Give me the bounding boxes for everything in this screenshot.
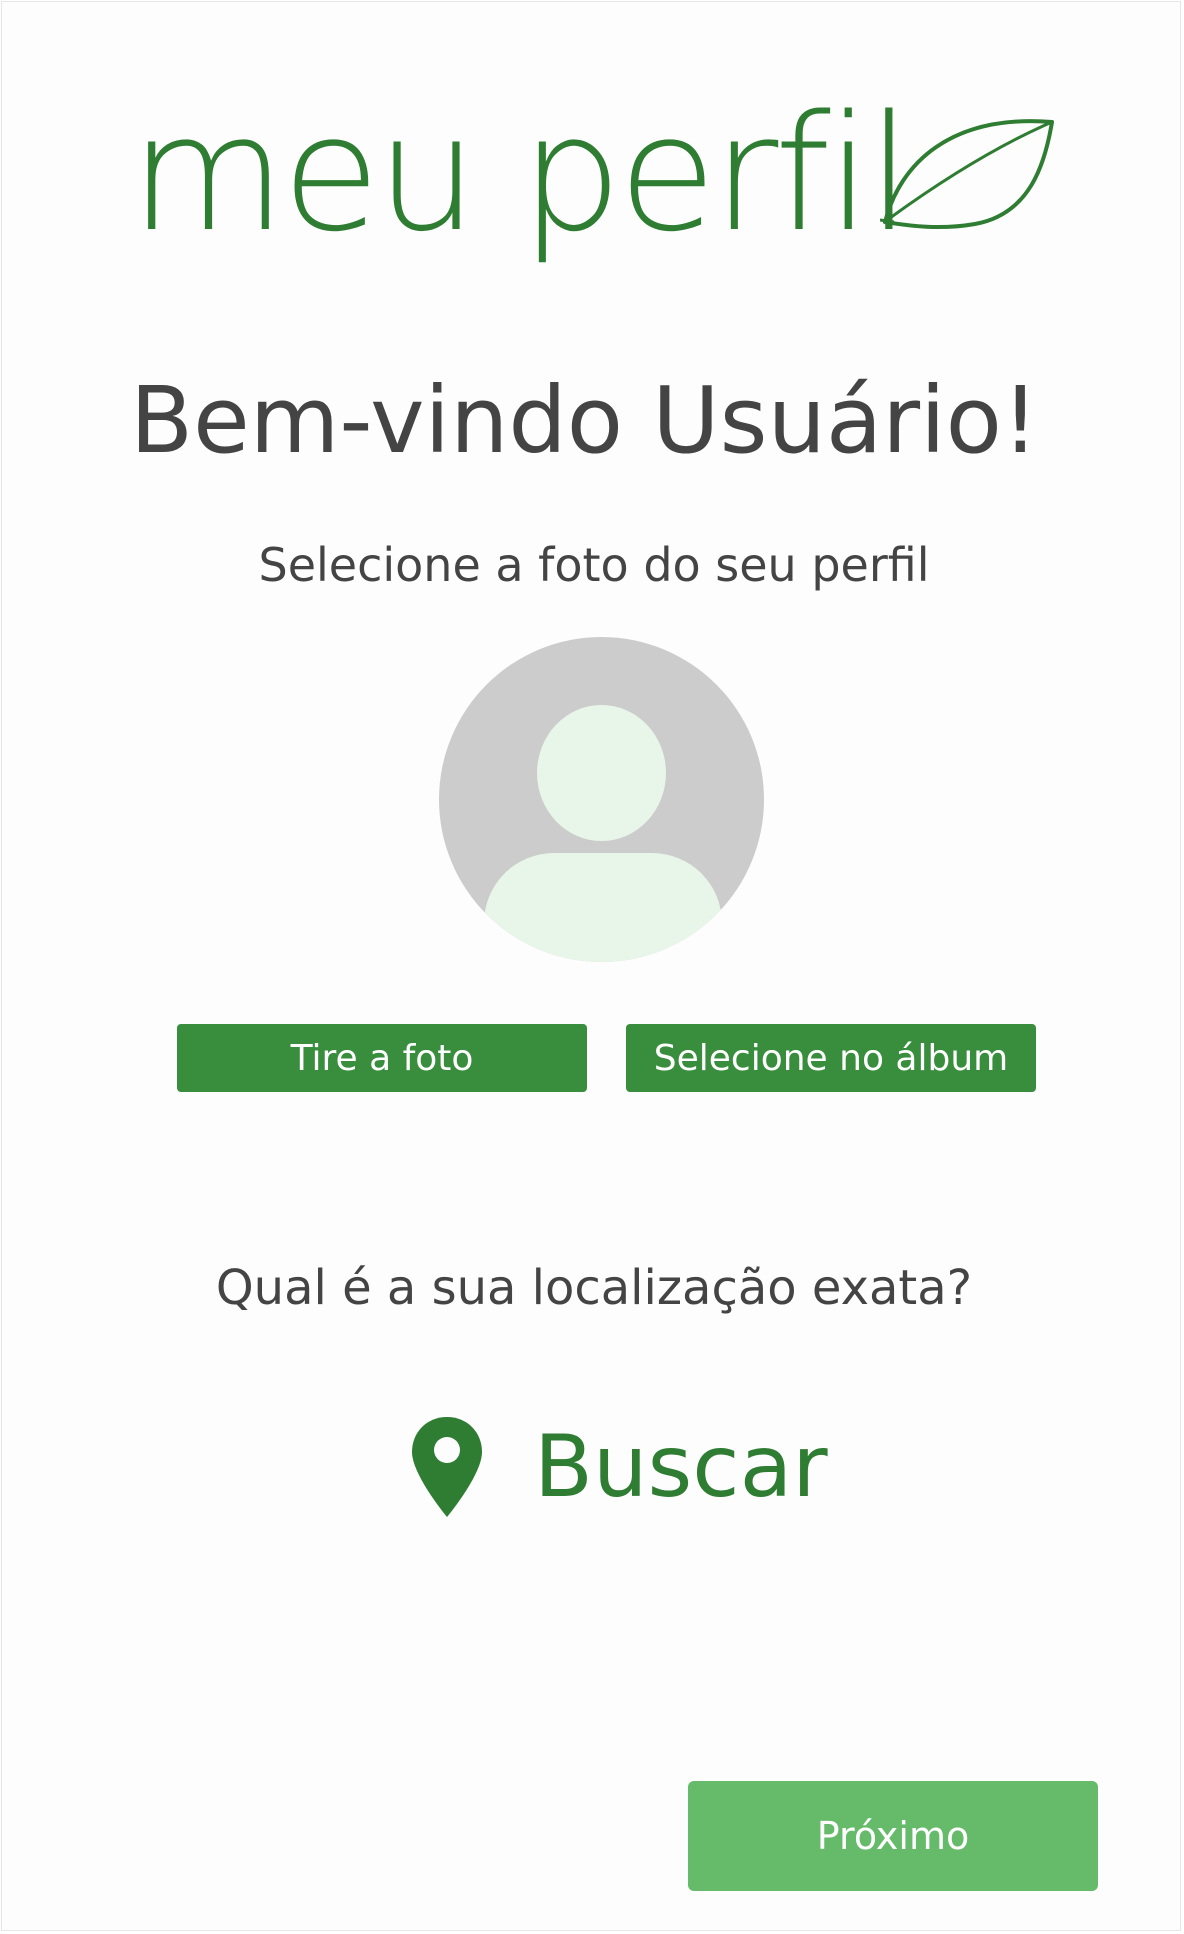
map-pin-icon — [412, 1417, 482, 1517]
app-title: meu perfil — [130, 80, 912, 267]
search-location-button[interactable]: Buscar — [412, 1417, 828, 1517]
user-placeholder-icon — [439, 637, 764, 962]
take-photo-label: Tire a foto — [290, 1037, 474, 1079]
search-label: Buscar — [534, 1417, 828, 1517]
avatar-body — [484, 853, 722, 962]
location-question: Qual é a sua localização exata? — [215, 1260, 973, 1316]
photo-prompt: Selecione a foto do seu perfil — [258, 538, 930, 592]
app-logo: meu perfil — [130, 80, 1054, 294]
page-frame: meu perfil Bem-vindo Usuário! Selecione … — [1, 1, 1181, 1931]
select-album-label: Selecione no álbum — [653, 1037, 1009, 1079]
take-photo-button[interactable]: Tire a foto — [177, 1024, 587, 1092]
next-button[interactable]: Próximo — [688, 1781, 1098, 1891]
next-label: Próximo — [816, 1814, 970, 1858]
welcome-heading: Bem-vindo Usuário! — [130, 367, 1039, 474]
leaf-icon — [880, 119, 1054, 230]
avatar-head — [537, 705, 666, 841]
select-album-button[interactable]: Selecione no álbum — [626, 1024, 1036, 1092]
